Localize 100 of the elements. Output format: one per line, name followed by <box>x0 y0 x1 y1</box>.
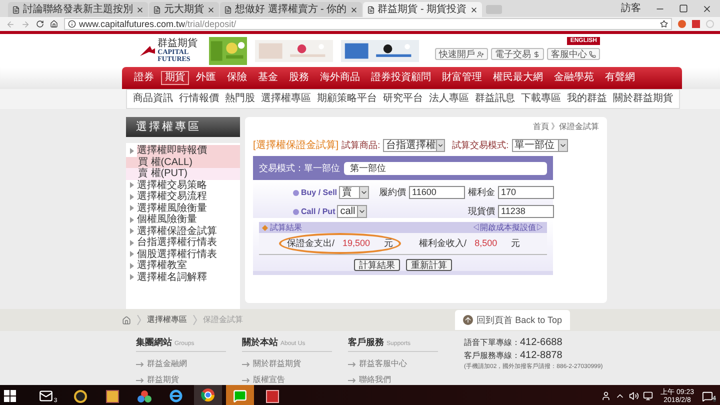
arrow-icon <box>348 378 356 382</box>
address-field[interactable]: www.capitalfutures.com.tw/trial/deposit/ <box>64 18 672 30</box>
browser-tab[interactable]: 討論聯絡發表新主題按別 <box>8 2 148 17</box>
nav-link[interactable]: 財富管理 <box>438 71 486 85</box>
sub-nav-link[interactable]: 熱門股 <box>225 94 255 104</box>
footer-breadcrumb-link[interactable]: 選擇權專區 <box>147 316 187 324</box>
spot-field[interactable]: 11238 <box>498 205 554 218</box>
browser-tab[interactable]: 想做好 選擇權賣方 - 你的 <box>220 2 362 17</box>
sidebar-item[interactable]: 選擇權即時報價 <box>137 145 240 156</box>
footer-link[interactable]: 群益金融網 <box>147 360 187 368</box>
nav-link[interactable]: 股務 <box>285 71 313 85</box>
nav-link[interactable]: 基金 <box>254 71 282 85</box>
browser-tab[interactable]: 元大期貨 <box>149 2 219 17</box>
profile-name[interactable]: 訪客 <box>621 4 641 14</box>
sub-nav-link[interactable]: 法人專區 <box>429 94 469 104</box>
arrow-icon <box>348 362 356 366</box>
footer-link[interactable]: 關於群益期貨 <box>253 360 301 368</box>
maximize-icon[interactable] <box>679 4 688 12</box>
position-tab[interactable]: 第一部位 <box>344 162 547 174</box>
nav-link[interactable]: 海外商品 <box>316 71 364 85</box>
product-select[interactable]: 台指選擇權 <box>383 139 446 152</box>
result-unit: 元 <box>384 239 394 248</box>
footer-link[interactable]: 版權宣告 <box>253 376 285 384</box>
sidebar-item[interactable]: 個股選擇權行情表 <box>137 248 240 260</box>
sub-nav-link[interactable]: 行情報價 <box>179 94 219 104</box>
close-icon[interactable] <box>350 6 358 14</box>
call-put-select[interactable]: call <box>337 205 368 218</box>
monitor-icon[interactable] <box>642 391 653 401</box>
field-label: 權利金 <box>468 188 496 197</box>
mode-select[interactable]: 單一部位 <box>512 139 568 152</box>
sidebar-item[interactable]: 選擇權交易流程 <box>137 191 240 202</box>
close-icon[interactable] <box>207 6 215 14</box>
sidebar-item[interactable]: 選擇權保證金試算 <box>137 226 240 237</box>
result-label: 保證金支出/ <box>287 239 335 248</box>
premium-field[interactable]: 170 <box>498 186 554 199</box>
speaker-icon[interactable] <box>628 391 639 401</box>
sidebar-item[interactable]: 選擇權風險衡量 <box>137 202 240 214</box>
sub-nav-link[interactable]: 關於群益期貨 <box>613 94 673 104</box>
footer-link[interactable]: 群益客服中心 <box>359 360 407 368</box>
bullet-icon <box>130 240 134 246</box>
sub-nav-link[interactable]: 期顧策略平台 <box>317 94 377 104</box>
browser-e-icon <box>169 389 183 403</box>
dropdown-icon <box>357 206 366 217</box>
close-icon[interactable] <box>136 6 144 14</box>
nav-link[interactable]: 權民最大網 <box>489 71 547 85</box>
home-icon[interactable] <box>50 20 58 28</box>
sidebar-item[interactable]: 個權風險衡量 <box>137 214 240 226</box>
footer-link[interactable]: 聯絡我們 <box>359 376 391 384</box>
form-button[interactable]: 重新計算 <box>406 259 452 271</box>
taskbar-app[interactable] <box>194 385 222 405</box>
sidebar-item[interactable]: 選擇權交易策略 <box>137 180 240 191</box>
sub-nav-link[interactable]: 研究平台 <box>383 94 423 104</box>
star-icon[interactable] <box>660 20 668 28</box>
quick-link-button[interactable]: 快速開戶 <box>435 48 488 60</box>
quick-link-button[interactable]: 電子交易 <box>491 48 544 60</box>
sub-nav-link[interactable]: 下載專區 <box>521 94 561 104</box>
nav-link[interactable]: 外匯 <box>192 71 220 85</box>
sub-nav-link[interactable]: 群益訊息 <box>475 94 515 104</box>
app-tile-icon <box>266 390 278 402</box>
bullet-icon <box>130 262 134 269</box>
quick-link-button[interactable]: 客服中心 <box>547 48 600 60</box>
hotline-text: 語音下單專線：412-6688 <box>464 338 564 348</box>
sidebar-item[interactable]: 選擇權教室 <box>137 260 240 272</box>
buy-sell-select[interactable]: 賣 <box>339 186 370 199</box>
strike-field[interactable]: 11600 <box>409 186 466 199</box>
chevron-icon <box>137 315 141 325</box>
reload-icon[interactable] <box>36 20 44 28</box>
page-icon <box>12 6 20 14</box>
close-icon[interactable] <box>470 6 478 14</box>
tab-title: 討論聯絡發表新主題按別 <box>23 4 133 14</box>
app-tile-icon <box>106 390 118 402</box>
arrow-icon <box>242 362 250 366</box>
people-icon[interactable] <box>600 391 611 401</box>
sub-nav-link[interactable]: 商品資訊 <box>133 94 173 104</box>
sidebar-subitem[interactable]: 賣 權(PUT) <box>126 168 240 180</box>
close-icon[interactable] <box>702 4 712 14</box>
nav-link[interactable]: 期貨 <box>161 71 189 85</box>
sidebar-item[interactable]: 選擇權名詞解釋 <box>137 272 240 283</box>
nav-link[interactable]: 證券 <box>130 71 158 85</box>
nav-link[interactable]: 證券投資顧問 <box>367 71 435 85</box>
sub-nav-link[interactable]: 我的群益 <box>567 94 607 104</box>
footer-link[interactable]: 群益期貨 <box>147 376 179 384</box>
nav-link[interactable]: 金融學苑 <box>550 71 598 85</box>
form-button[interactable]: 計算結果 <box>354 259 400 271</box>
arrow-icon <box>242 378 250 382</box>
windows-logo-icon[interactable] <box>4 390 16 402</box>
sidebar-item[interactable]: 台指選擇權行情表 <box>137 237 240 248</box>
cost-settings-link[interactable]: ◁開啟成本擬設值▷ <box>472 224 544 232</box>
diamond-icon <box>262 224 268 230</box>
browser-icon <box>201 388 215 402</box>
colored-circles-icon <box>136 390 152 402</box>
result-label: 權利金收入/ <box>419 239 467 248</box>
browser-tab[interactable]: 群益期貨 - 期貨投資 <box>362 2 482 17</box>
nav-link[interactable]: 有聲網 <box>601 71 639 85</box>
chat-icon <box>233 389 247 403</box>
back-to-top-button[interactable]: 回到頁首 Back to Top <box>454 310 570 330</box>
sidebar-subitem[interactable]: 買 權(CALL) <box>126 156 240 168</box>
mode-label: 試算交易模式: <box>452 141 509 150</box>
sub-nav-link[interactable]: 選擇權專區 <box>261 94 311 104</box>
nav-link[interactable]: 保險 <box>223 71 251 85</box>
